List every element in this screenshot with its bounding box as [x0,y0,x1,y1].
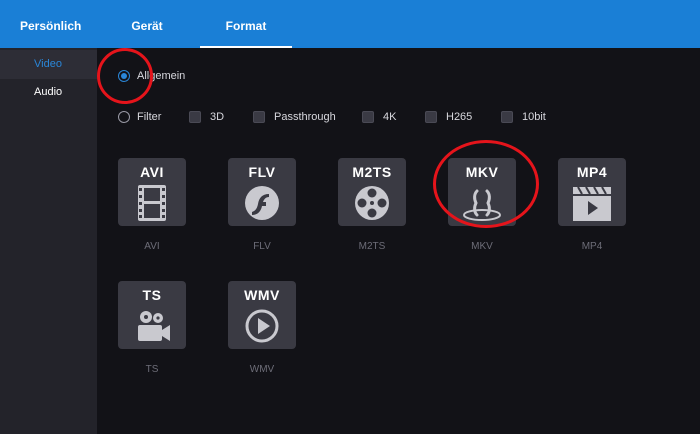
format-tile-ts[interactable]: TS [118,281,186,349]
video-camera-icon [138,311,170,341]
format-caption-m2ts: M2TS [358,241,386,252]
checkbox-3d[interactable] [189,111,201,123]
format-tile-m2ts[interactable]: M2TS [338,158,406,226]
format-caption-flv: FLV [253,241,271,252]
play-circle-icon [245,309,279,343]
top-nav-bar: Persönlich Gerät Format [0,0,700,48]
sidebar-item-audio[interactable]: Audio [0,78,97,107]
sidebar-item-video[interactable]: Video [0,50,97,79]
sidebar: Video Audio [0,48,97,434]
format-tile-flv[interactable]: FLV [228,158,296,226]
tab-device[interactable]: Gerät [115,0,179,48]
checkbox-h265[interactable] [425,111,437,123]
format-caption-mp4: MP4 [581,241,603,252]
format-tile-mkv-label: MKV [465,164,499,180]
format-tile-wmv-label: WMV [244,287,280,303]
checkbox-10bit[interactable] [501,111,513,123]
format-tile-avi[interactable]: AVI [118,158,186,226]
format-tile-mp4[interactable]: MP4 [558,158,626,226]
format-tile-mkv[interactable]: MKV [448,158,516,226]
film-strip-icon [138,185,166,221]
checkbox-passthrough[interactable] [253,111,265,123]
format-caption-avi: AVI [144,241,160,252]
format-tile-wmv[interactable]: WMV [228,281,296,349]
checkbox-passthrough-label: Passthrough [274,111,336,123]
clapperboard-icon [573,186,611,221]
checkbox-10bit-label: 10bit [522,111,546,123]
format-tile-avi-label: AVI [140,164,164,180]
matroska-icon [463,189,501,221]
filter-label: Filter [137,111,162,123]
format-panel: Allgemein Filter 3D Passthrough 4K H265 … [97,48,700,434]
flash-icon [245,186,279,220]
filter-radio[interactable] [118,111,130,123]
checkbox-h265-label: H265 [446,111,473,123]
tab-format[interactable]: Format [200,0,292,48]
checkbox-3d-label: 3D [210,111,225,123]
checkbox-4k-label: 4K [383,111,397,123]
checkbox-4k[interactable] [362,111,374,123]
format-tile-flv-label: FLV [248,164,276,180]
general-radio[interactable] [118,70,130,82]
tab-format-label: Format [225,19,267,33]
tab-personal[interactable]: Persönlich [20,0,81,48]
format-tile-ts-label: TS [142,287,162,303]
format-caption-mkv: MKV [471,241,493,252]
format-caption-ts: TS [145,364,159,375]
film-reel-icon [355,186,389,220]
general-label: Allgemein [137,70,186,82]
format-caption-wmv: WMV [249,364,275,375]
format-tile-m2ts-label: M2TS [352,164,392,180]
format-tile-mp4-label: MP4 [576,164,608,180]
